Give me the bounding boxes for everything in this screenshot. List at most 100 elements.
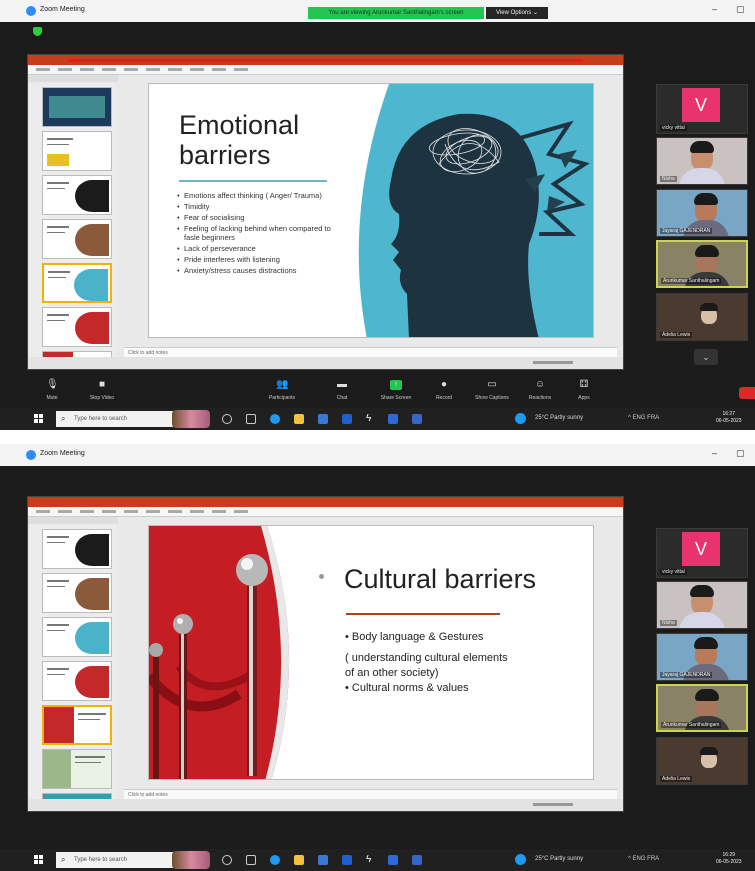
slide-thumbnail[interactable] <box>42 131 112 171</box>
share-screen-button[interactable]: ↑ Share Screen <box>370 380 422 401</box>
search-highlight-image <box>172 410 210 428</box>
captions-icon: ▭ <box>487 379 497 390</box>
weather-app-icon[interactable] <box>515 854 526 865</box>
participant-tile-active-speaker[interactable]: Arunkumar Santhalingam <box>656 684 748 732</box>
participant-tile-active-speaker[interactable]: Arunkumar Santhalingam <box>656 240 748 288</box>
weather-app-icon[interactable] <box>515 413 526 424</box>
view-options-button[interactable]: View Options ⌄ <box>486 7 548 19</box>
record-button[interactable]: ● Record <box>418 379 470 402</box>
taskbar-clock[interactable]: 16:27 06-05-2023 <box>716 411 742 425</box>
notes-pane[interactable]: Click to add notes <box>124 789 617 799</box>
notes-pane[interactable]: Click to add notes <box>124 347 617 357</box>
video-camera-icon: ■ <box>98 379 106 390</box>
velvet-rope-stanchion-illustration <box>149 526 290 779</box>
bolt-icon[interactable]: ϟ <box>366 414 372 424</box>
minimize-button[interactable]: – <box>712 448 717 458</box>
zoom-taskbar-icon[interactable] <box>388 414 398 424</box>
window-title: Zoom Meeting <box>40 6 85 13</box>
slide-thumbnail[interactable] <box>42 219 112 259</box>
maximize-button[interactable]: ▢ <box>736 448 745 459</box>
participant-tile[interactable]: Nisha <box>656 581 748 629</box>
taskbar-clock[interactable]: 16:29 06-05-2023 <box>716 852 742 866</box>
mail-icon[interactable] <box>342 855 352 865</box>
bullet-continuation: of an other society) <box>345 667 439 679</box>
participants-button[interactable]: 👥 Participants <box>256 380 308 402</box>
slide-thumbnail-pane <box>30 525 116 805</box>
participant-tile[interactable]: Adelia Lewis <box>656 293 748 341</box>
edge-icon[interactable] <box>270 855 280 865</box>
zoom-icon <box>26 6 36 16</box>
more-participants-chevron-icon[interactable]: ⌄ <box>694 349 718 365</box>
participant-name: vicky vittal <box>660 125 687 131</box>
chat-button[interactable]: ▬ Chat <box>316 380 368 402</box>
slide-thumbnail[interactable] <box>42 617 112 657</box>
store-icon[interactable] <box>318 414 328 424</box>
slide-thumbnail[interactable] <box>42 573 112 613</box>
participant-name: Nisha <box>660 176 677 182</box>
mute-button[interactable]: 🎙 Mute <box>26 380 78 402</box>
participant-name: vicky vittal <box>660 569 687 575</box>
shared-powerpoint-window: Emotional barriers Emotions affect think… <box>27 54 624 370</box>
stop-video-button[interactable]: ■ Stop Video <box>76 379 128 402</box>
security-shield-icon[interactable] <box>33 27 42 36</box>
record-icon: ● <box>440 379 448 390</box>
windows-start-icon[interactable] <box>34 414 44 424</box>
leave-button[interactable] <box>739 387 755 399</box>
powerpoint-title-bar <box>28 497 623 507</box>
file-explorer-icon[interactable] <box>294 855 304 865</box>
participant-name: Nisha <box>660 620 677 626</box>
apps-button[interactable]: ⚃ Apps <box>558 379 610 402</box>
system-tray[interactable]: ^ ENG FRA <box>628 856 659 862</box>
file-explorer-icon[interactable] <box>294 414 304 424</box>
participant-name: Jayaraj GAJENDRAN <box>660 228 713 234</box>
taskbar-search-box[interactable]: ⌕ Type here to search <box>56 852 174 868</box>
maximize-button[interactable]: ▢ <box>736 4 745 15</box>
search-icon: ⌕ <box>61 855 66 864</box>
share-screen-icon: ↑ <box>390 380 402 390</box>
title-bar: Zoom Meeting You are viewing Arunkumar S… <box>0 0 755 22</box>
outline-tabs <box>28 75 118 82</box>
participant-tile[interactable]: V vicky vittal <box>656 528 748 578</box>
bullet: Emotions affect thinking ( Anger/ Trauma… <box>177 191 337 201</box>
store-icon[interactable] <box>318 855 328 865</box>
powerpoint-title-bar <box>28 55 623 65</box>
show-captions-button[interactable]: ▭ Show Captions <box>466 379 518 402</box>
outline-tabs <box>28 517 118 524</box>
slide-thumbnail[interactable] <box>42 529 112 569</box>
participant-tile[interactable]: Nisha <box>656 137 748 185</box>
task-view-icon[interactable] <box>246 855 256 865</box>
minimize-button[interactable]: – <box>712 4 717 14</box>
edge-icon[interactable] <box>270 414 280 424</box>
bullet: Lack of perseverance <box>177 244 337 254</box>
task-view-icon[interactable] <box>246 414 256 424</box>
taskbar-search-box[interactable]: ⌕ Type here to search <box>56 411 174 427</box>
slide-thumbnail-selected[interactable] <box>42 705 112 745</box>
apps-icon: ⚃ <box>579 379 589 390</box>
bolt-icon[interactable]: ϟ <box>366 855 372 865</box>
slide-thumbnail[interactable] <box>42 661 112 701</box>
app-taskbar-icon[interactable] <box>412 414 422 424</box>
slide-thumbnail-pane <box>30 83 116 363</box>
slide-thumbnail[interactable] <box>42 87 112 127</box>
slide-thumbnail-selected[interactable] <box>42 263 112 303</box>
slide-thumbnail[interactable] <box>42 749 112 789</box>
powerpoint-status-bar <box>28 357 623 369</box>
bullet-continuation: ( understanding cultural elements <box>345 652 508 664</box>
zoom-icon <box>26 450 36 460</box>
app-taskbar-icon[interactable] <box>412 855 422 865</box>
participant-name: Adelia Lewis <box>660 332 693 338</box>
system-tray[interactable]: ^ ENG FRA <box>628 415 659 421</box>
participant-tile[interactable]: Adelia Lewis <box>656 737 748 785</box>
zoom-taskbar-icon[interactable] <box>388 855 398 865</box>
cortana-icon[interactable] <box>222 855 232 865</box>
slide-thumbnail[interactable] <box>42 175 112 215</box>
cortana-icon[interactable] <box>222 414 232 424</box>
mail-icon[interactable] <box>342 414 352 424</box>
participant-tile[interactable]: Jayaraj GAJENDRAN <box>656 189 748 237</box>
participant-tile[interactable]: V vicky vittal <box>656 84 748 134</box>
participant-tile[interactable]: Jayaraj GAJENDRAN <box>656 633 748 681</box>
slide-thumbnail[interactable] <box>42 307 112 347</box>
bullet: • Body language & Gestures <box>345 631 484 643</box>
windows-start-icon[interactable] <box>34 855 44 865</box>
bullet: Anxiety/stress causes distractions <box>177 267 337 276</box>
